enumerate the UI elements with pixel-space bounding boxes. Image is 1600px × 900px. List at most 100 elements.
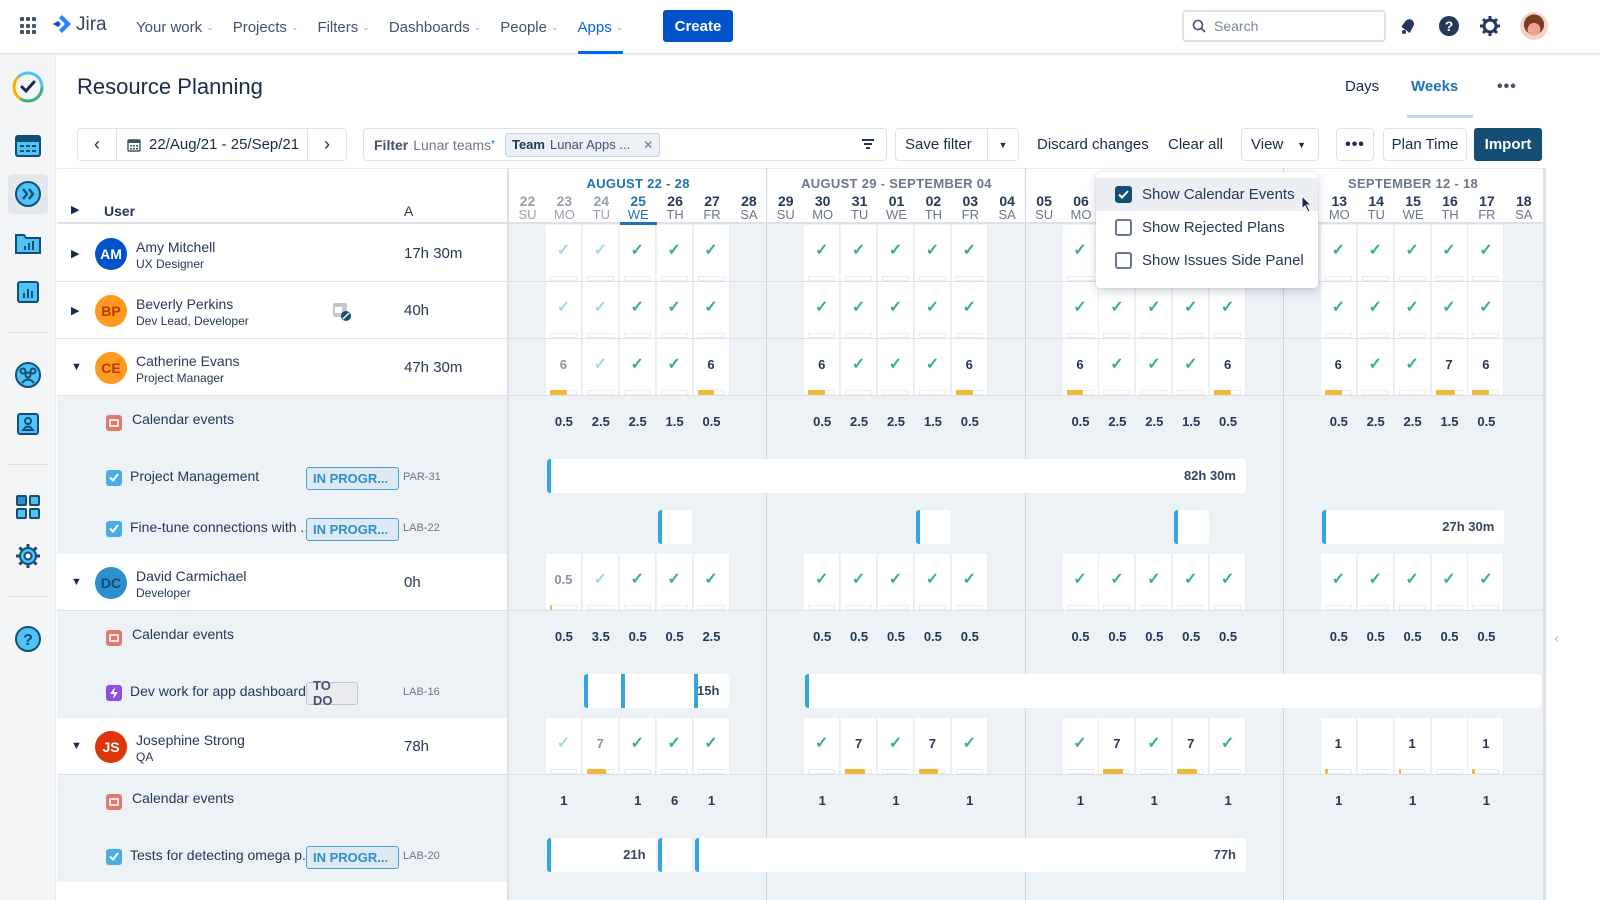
day-header[interactable]: 04 SA (989, 194, 1026, 221)
day-header[interactable]: 05 SU (1026, 194, 1063, 221)
day-header[interactable]: 03 FR (952, 194, 989, 221)
day-cell[interactable]: ✓ (1357, 554, 1394, 610)
calendar-event-hours[interactable]: 1 (620, 793, 656, 808)
day-cell[interactable]: 7 (1431, 339, 1468, 395)
day-cell[interactable]: ✓ (1136, 554, 1173, 610)
day-cell[interactable]: ✓ (1099, 282, 1136, 338)
team-icon[interactable] (8, 355, 48, 395)
user-row[interactable]: ▼ DC David Carmichael Developer 0h (57, 554, 507, 611)
day-cell[interactable]: 6 (1320, 339, 1357, 395)
day-cell[interactable]: 1 (1320, 718, 1357, 774)
plan-bar[interactable]: 82h 30m (546, 458, 1246, 493)
day-cell[interactable]: ✓ (1320, 225, 1357, 281)
calendar-event-hours[interactable]: 1 (1395, 793, 1431, 808)
day-cell[interactable]: 6 (545, 339, 582, 395)
day-cell[interactable]: ✓ (582, 554, 619, 610)
more-actions-button[interactable]: ••• (1497, 78, 1517, 96)
day-cell[interactable]: ✓ (1394, 339, 1431, 395)
day-header[interactable]: 26 TH (657, 194, 694, 221)
menu-item-show-issues-side-panel[interactable]: Show Issues Side Panel (1096, 244, 1318, 277)
collapse-icon[interactable]: ▼ (71, 740, 82, 752)
plan-bar[interactable] (1174, 509, 1210, 544)
day-cell[interactable]: ✓ (582, 339, 619, 395)
jira-logo[interactable]: Jira (52, 14, 107, 36)
calendar-event-hours[interactable]: 1 (804, 793, 840, 808)
calendar-event-hours[interactable]: 0.5 (694, 414, 730, 429)
user-name[interactable]: Catherine Evans (136, 353, 240, 369)
day-cell[interactable]: ✓ (1394, 225, 1431, 281)
day-cell[interactable]: ✓ (951, 554, 988, 610)
open-side-panel-icon[interactable]: ‹ (1554, 630, 1559, 648)
day-cell[interactable]: ✓ (1062, 282, 1099, 338)
day-cell[interactable]: ✓ (878, 225, 914, 281)
issue-key[interactable]: LAB-22 (403, 522, 440, 534)
day-cell[interactable]: ✓ (1357, 282, 1394, 338)
nav-item-filters[interactable]: Filters ⌄ (317, 0, 369, 54)
calendar-event-hours[interactable]: 0.5 (546, 629, 582, 644)
app-switcher-icon[interactable] (20, 17, 38, 35)
day-cell[interactable]: 7 (914, 718, 951, 774)
day-cell[interactable]: ✓ (878, 339, 914, 395)
calendar-event-hours[interactable]: 0.5 (1432, 629, 1468, 644)
calendar-event-hours[interactable]: 0.5 (952, 414, 988, 429)
collapse-icon[interactable]: ▼ (71, 361, 82, 373)
day-cell[interactable]: ✓ (1431, 554, 1468, 610)
day-cell[interactable]: 6 (693, 339, 730, 395)
day-cell[interactable]: ✓ (1173, 339, 1210, 395)
day-cell[interactable]: 7 (1173, 718, 1210, 774)
status-badge[interactable]: IN PROGR... (306, 466, 399, 490)
next-period-button[interactable]: › (308, 129, 346, 160)
notifications-icon[interactable] (1396, 14, 1420, 38)
day-header[interactable]: 15 WE (1395, 194, 1432, 221)
date-range-picker[interactable]: 22/Aug/21 - 25/Sep/21 (116, 129, 308, 160)
nav-item-your-work[interactable]: Your work ⌄ (136, 0, 214, 54)
calendar-event-hours[interactable]: 0.5 (878, 629, 914, 644)
day-header[interactable]: 30 MO (804, 194, 841, 221)
nav-item-projects[interactable]: Projects ⌄ (233, 0, 299, 54)
plan-bar[interactable]: 77h (694, 837, 1246, 872)
calendar-event-hours[interactable]: 0.5 (657, 629, 693, 644)
day-cell[interactable]: ✓ (656, 282, 693, 338)
day-cell[interactable]: ✓ (1320, 282, 1357, 338)
day-cell[interactable]: ✓ (951, 718, 988, 774)
day-cell[interactable]: 7 (841, 718, 878, 774)
clear-all-button[interactable]: Clear all (1168, 136, 1223, 153)
day-cell[interactable]: ✓ (1394, 554, 1431, 610)
calendar-event-hours[interactable]: 2.5 (1395, 414, 1431, 429)
calendar-event-hours[interactable]: 1 (546, 793, 582, 808)
calendar-event-hours[interactable]: 1 (694, 793, 730, 808)
resource-planner-logo-icon[interactable] (8, 67, 48, 107)
calendar-event-hours[interactable]: 1.5 (1432, 414, 1468, 429)
day-header[interactable]: 17 FR (1468, 194, 1505, 221)
plan-bar[interactable] (657, 509, 693, 544)
day-header[interactable]: 06 MO (1063, 194, 1100, 221)
calendar-event-hours[interactable]: 6 (657, 793, 693, 808)
calendar-event-hours[interactable]: 2.5 (878, 414, 914, 429)
user-name[interactable]: Josephine Strong (136, 732, 245, 748)
day-cell[interactable] (1357, 718, 1394, 774)
plan-bar[interactable]: 27h 30m (1321, 509, 1505, 544)
day-cell[interactable] (1431, 718, 1468, 774)
day-cell[interactable]: ✓ (1136, 339, 1173, 395)
day-cell[interactable]: ✓ (878, 718, 914, 774)
plan-segment-handle[interactable] (694, 673, 699, 708)
day-cell[interactable]: ✓ (1099, 339, 1136, 395)
expand-icon[interactable]: ▶ (71, 304, 79, 317)
day-cell[interactable]: ✓ (545, 718, 582, 774)
calendar-event-hours[interactable]: 0.5 (1063, 629, 1099, 644)
menu-item-show-calendar-events[interactable]: Show Calendar Events (1096, 178, 1318, 211)
day-cell[interactable]: ✓ (914, 225, 951, 281)
nav-item-people[interactable]: People ⌄ (500, 0, 558, 54)
expand-all-icon[interactable]: ▶ (71, 203, 79, 216)
day-cell[interactable]: 6 (951, 339, 988, 395)
day-cell[interactable]: ✓ (1320, 554, 1357, 610)
checkbox[interactable] (1115, 186, 1132, 203)
calendar-event-hours[interactable]: 1 (952, 793, 988, 808)
day-header[interactable]: 13 MO (1321, 194, 1358, 221)
plan-time-button[interactable]: Plan Time (1383, 128, 1467, 161)
day-cell[interactable]: ✓ (804, 718, 841, 774)
previous-period-button[interactable]: ‹ (78, 129, 116, 160)
calendar-event-hours[interactable]: 1 (1063, 793, 1099, 808)
user-row[interactable]: ▼ JS Josephine Strong QA 78h (57, 718, 507, 775)
more-options-button[interactable]: ••• (1336, 128, 1374, 161)
